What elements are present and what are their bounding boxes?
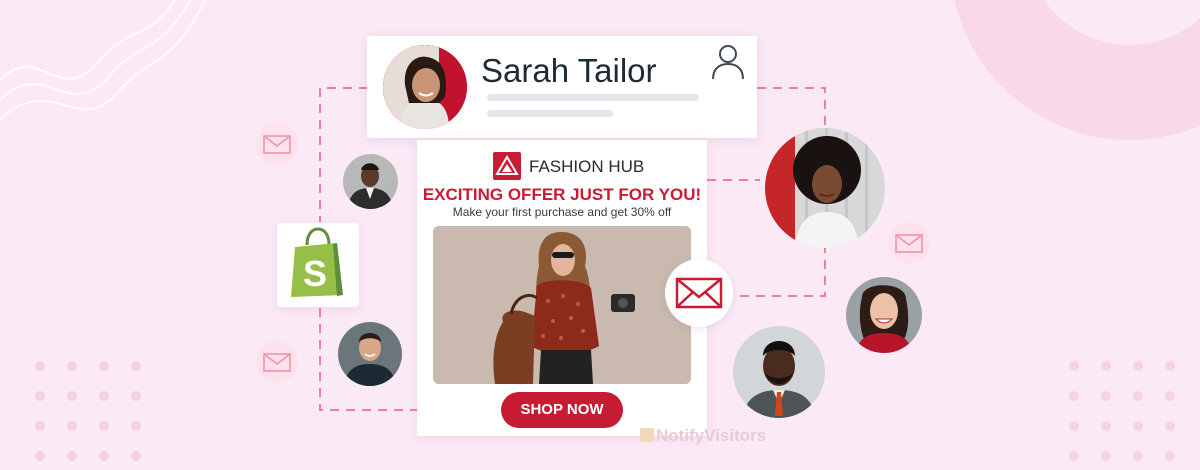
illustration-canvas: S Sarah Tailor FASHION HUB EXCITING OFFE… [0, 0, 1200, 470]
wavy-lines [0, 0, 206, 121]
envelope-bubble-small-2 [256, 341, 298, 383]
brand-watermark: NotifyVisitors [640, 426, 766, 446]
fashion-hub-logo-icon [493, 152, 521, 180]
avatar-man-beard [733, 326, 825, 418]
profile-avatar [383, 45, 467, 129]
avatar-woman-curly-hair [765, 128, 885, 248]
envelope-icon [263, 353, 291, 372]
email-preview-card: FASHION HUB EXCITING OFFER JUST FOR YOU!… [417, 140, 707, 436]
shop-now-button[interactable]: SHOP NOW [501, 392, 623, 428]
placeholder-line [487, 94, 699, 101]
envelope-bubble-small-1 [256, 123, 298, 165]
dot-grid-left [35, 361, 141, 461]
envelope-icon [263, 135, 291, 154]
avatar-man-tuxedo [343, 154, 398, 209]
brand-header: FASHION HUB [417, 152, 707, 180]
product-image [433, 226, 691, 384]
avatar-woman-smiling [846, 277, 922, 353]
avatar-young-man [338, 322, 402, 386]
watermark-logo-icon [640, 428, 654, 442]
envelope-icon [895, 234, 923, 253]
shopify-logo-tile: S [277, 223, 359, 307]
user-icon[interactable] [711, 43, 745, 81]
placeholder-line [487, 110, 613, 117]
brand-name: FASHION HUB [529, 157, 645, 176]
profile-name: Sarah Tailor [481, 52, 657, 89]
envelope-icon [675, 277, 723, 309]
offer-title: EXCITING OFFER JUST FOR YOU! [422, 185, 702, 204]
offer-subtitle: Make your first purchase and get 30% off [452, 205, 672, 219]
envelope-bubble-large [665, 259, 733, 327]
shopify-bag-icon: S [291, 227, 343, 297]
watermark-text: NotifyVisitors [656, 426, 767, 445]
dot-grid-right [1069, 361, 1175, 461]
envelope-bubble-small-3 [888, 222, 930, 264]
svg-text:S: S [303, 253, 327, 294]
profile-card: Sarah Tailor [367, 36, 757, 138]
